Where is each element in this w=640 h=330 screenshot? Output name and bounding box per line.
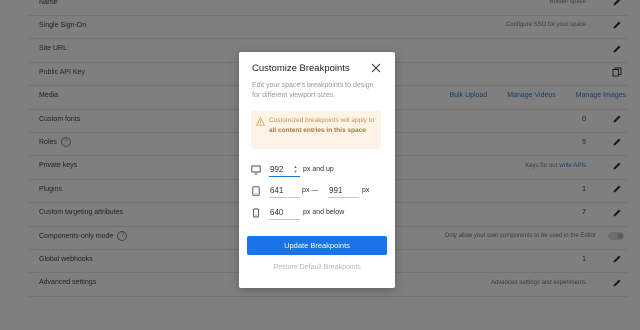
dialog-description: Edit your space's breakpoints to design … — [252, 82, 374, 99]
mobile-icon — [253, 208, 259, 218]
desktop-suffix: px and up — [303, 166, 334, 173]
restore-defaults-button[interactable]: Restore Default Breakpoints — [247, 264, 387, 276]
mobile-breakpoint-row: px and below — [251, 206, 385, 222]
tablet-min-input[interactable] — [269, 184, 300, 198]
warning-icon — [256, 117, 265, 126]
warning-text: Customized breakpoints will apply to all… — [269, 117, 375, 134]
mobile-max-input[interactable] — [269, 206, 300, 220]
tablet-suffix: px — [362, 187, 370, 194]
dialog-title: Customize Breakpoints — [252, 63, 350, 74]
desktop-icon — [251, 165, 261, 175]
update-breakpoints-button[interactable]: Update Breakpoints — [247, 236, 387, 255]
customize-breakpoints-dialog: Customize Breakpoints Edit your space's … — [239, 52, 395, 288]
mobile-suffix: px and below — [303, 209, 345, 216]
desktop-breakpoint-row: ▲▼ px and up — [251, 163, 385, 179]
tablet-separator: px — — [302, 187, 319, 194]
close-icon[interactable] — [371, 63, 381, 73]
tablet-max-input[interactable] — [328, 184, 359, 198]
warning-callout: Customized breakpoints will apply to all… — [251, 111, 381, 149]
number-stepper-icon[interactable]: ▲ ▼ — [293, 164, 298, 174]
tablet-icon — [252, 186, 260, 196]
tablet-breakpoint-row: px — px — [251, 184, 385, 200]
